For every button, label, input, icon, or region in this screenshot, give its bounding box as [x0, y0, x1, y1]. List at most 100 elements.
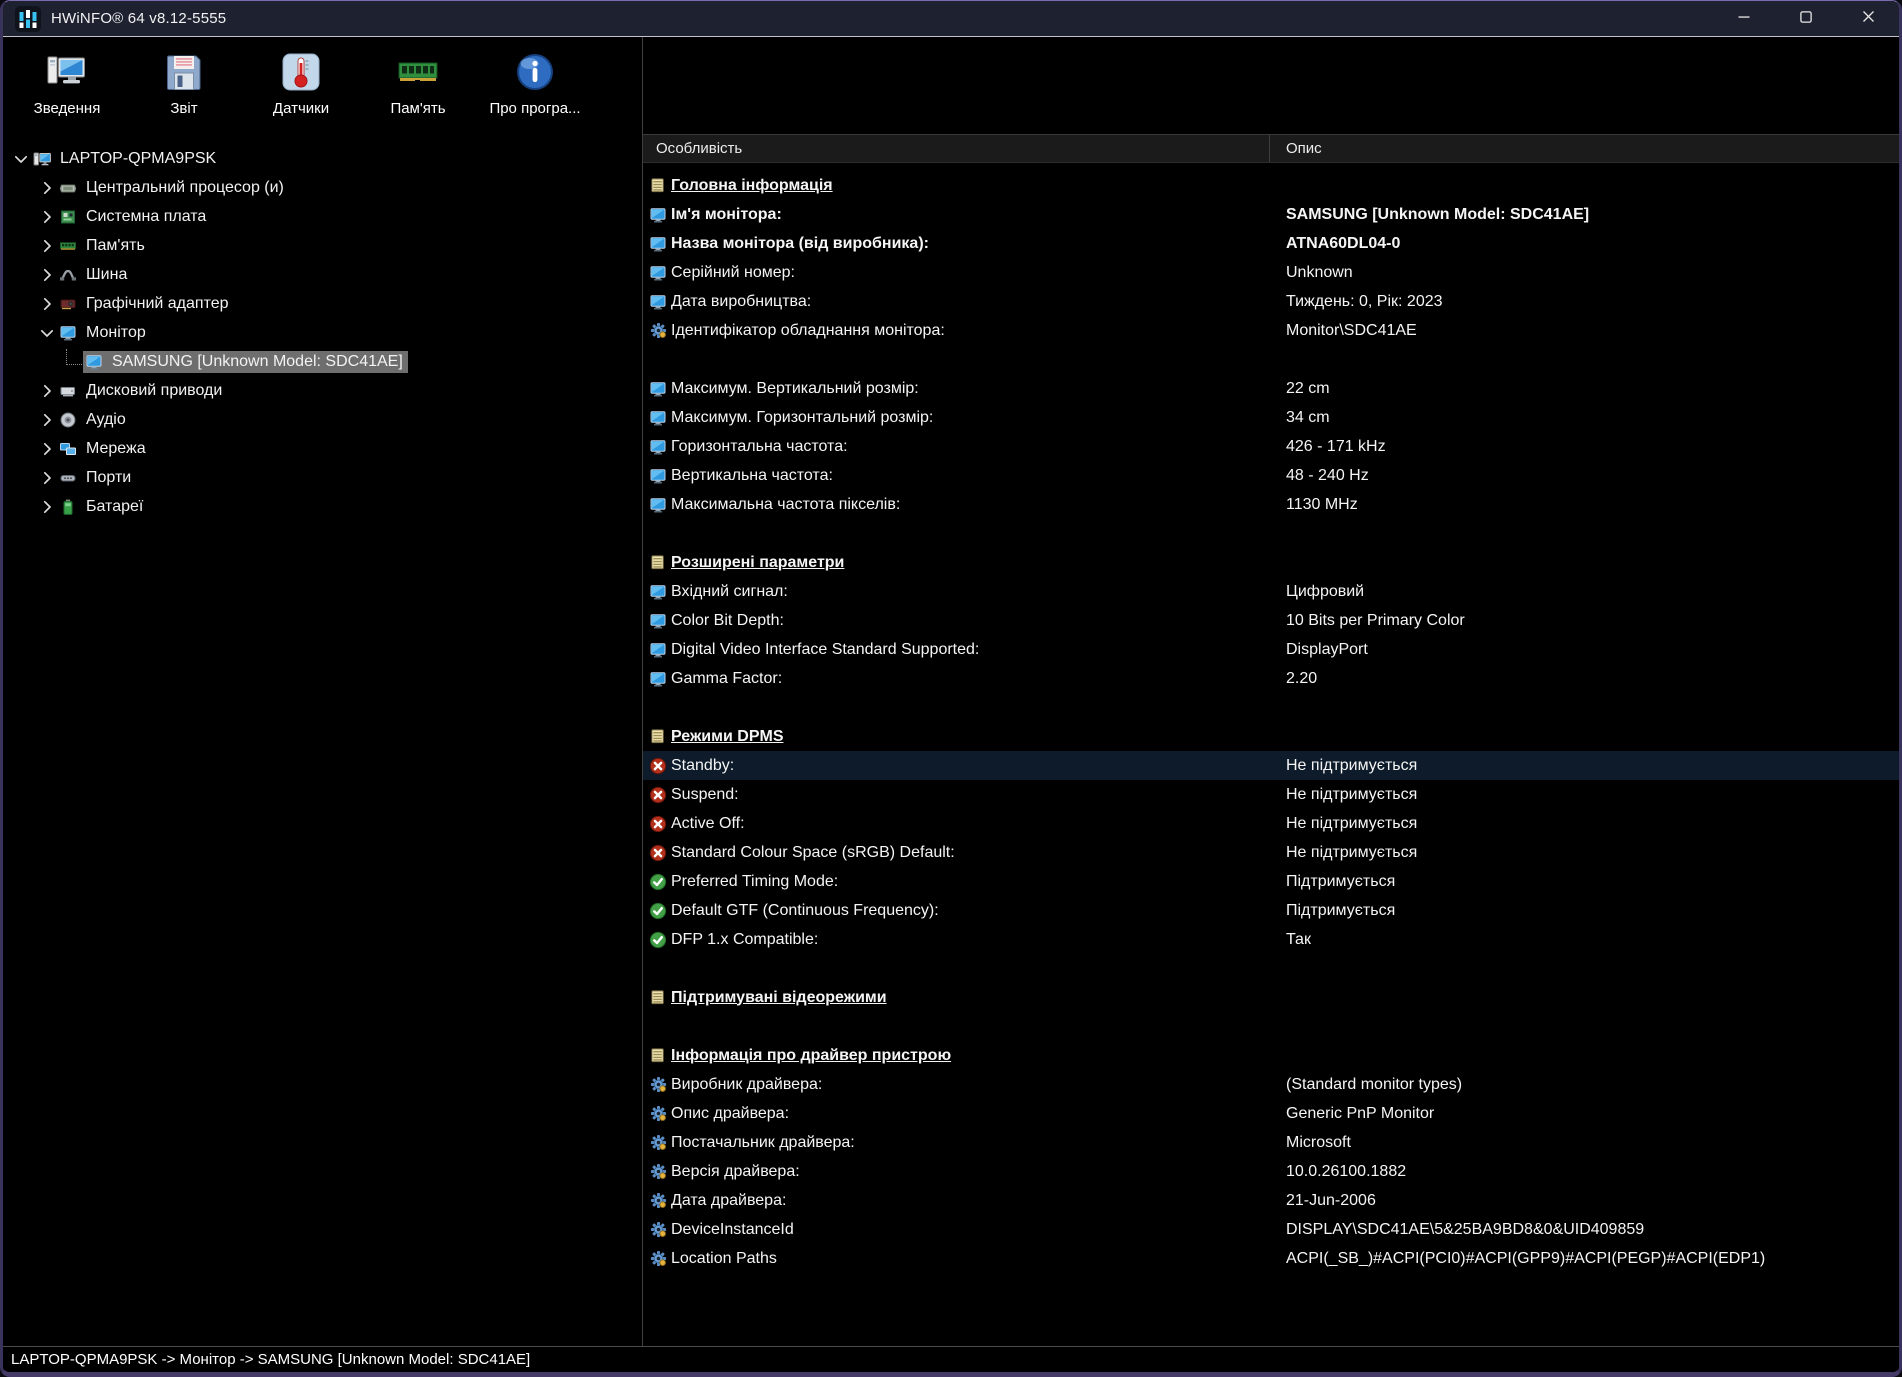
list-item-row[interactable]: DeviceInstanceId DISPLAY\SDC41AE\5&25BA9B…	[643, 1215, 1899, 1244]
tree-item-батареї[interactable]: Батареї	[3, 492, 642, 521]
section-title: Підтримувані відеорежими	[671, 988, 887, 1006]
chevron-right-icon[interactable]	[38, 382, 56, 400]
list-item-row[interactable]: Suspend: Не підтримується	[643, 780, 1899, 809]
monitor-icon	[649, 206, 667, 224]
list-section-row[interactable]: Інформація про драйвер пристрою	[643, 1041, 1899, 1070]
tree-item-label: Пам'ять	[86, 236, 145, 254]
tree-item-мережа[interactable]: Мережа	[3, 434, 642, 463]
driver-gear-icon	[650, 1221, 667, 1238]
feature-label: Active Off:	[671, 814, 745, 832]
tree-item-системна-плата[interactable]: Системна плата	[3, 202, 642, 231]
list-section-row[interactable]: Розширені параметри	[643, 548, 1899, 577]
feature-label: Максимум. Вертикальний розмір:	[671, 379, 919, 397]
list-item-row[interactable]: Digital Video Interface Standard Support…	[643, 635, 1899, 664]
list-item-row[interactable]: Ім'я монітора: SAMSUNG [Unknown Model: SD…	[643, 200, 1899, 229]
ports-icon	[59, 469, 77, 487]
minimize-button[interactable]	[1713, 1, 1775, 36]
column-header-feature[interactable]: Особливість	[643, 135, 1270, 162]
description-value: Не підтримується	[1286, 843, 1418, 861]
tree-item-пам-ять[interactable]: Пам'ять	[3, 231, 642, 260]
list-item-row[interactable]: Ідентифікатор обладнання монітора: Monito…	[643, 316, 1899, 345]
tree-item-samsung-unknown-model-sdc41ae-[interactable]: SAMSUNG [Unknown Model: SDC41AE]	[3, 347, 642, 376]
list-item-row[interactable]: Gamma Factor: 2.20	[643, 664, 1899, 693]
list-item-row[interactable]: Standby: Не підтримується	[643, 751, 1899, 780]
tree-item-дисковий-приводи[interactable]: Дисковий приводи	[3, 376, 642, 405]
description-value: Не підтримується	[1286, 814, 1418, 832]
tree-item-шина[interactable]: Шина	[3, 260, 642, 289]
tree-item-центральний-процесор-и-[interactable]: Центральний процесор (и)	[3, 173, 642, 202]
list-item-row[interactable]: Active Off: Не підтримується	[643, 809, 1899, 838]
chevron-down-icon[interactable]	[12, 150, 30, 168]
feature-label: Серійний номер:	[671, 263, 795, 281]
list-item-row[interactable]: Назва монітора (від виробника): ATNA60DL0…	[643, 229, 1899, 258]
list-item-row[interactable]: Color Bit Depth: 10 Bits per Primary Colo…	[643, 606, 1899, 635]
chevron-right-icon[interactable]	[38, 237, 56, 255]
toolbar-button-label: Датчики	[272, 100, 330, 117]
list-section-row[interactable]: Головна інформація	[643, 171, 1899, 200]
disk-icon	[59, 382, 77, 400]
toolbar-button-memory-ram[interactable]: Пам'ять	[362, 43, 474, 139]
tree-item-монітор[interactable]: Монітор	[3, 318, 642, 347]
description-value: Не підтримується	[1286, 785, 1418, 803]
description-value: Так	[1286, 930, 1311, 948]
feature-label: Location Paths	[671, 1249, 777, 1267]
toolbar-button-sensors-thermometer[interactable]: Датчики	[245, 43, 357, 139]
list-item-row[interactable]: Виробник драйвера: (Standard monitor type…	[643, 1070, 1899, 1099]
section-title: Головна інформація	[671, 176, 833, 194]
list-item-row[interactable]: Standard Colour Space (sRGB) Default: Не …	[643, 838, 1899, 867]
tree-item-label: Порти	[86, 468, 132, 486]
tree-item-laptop-qpma9psk[interactable]: LAPTOP-QPMA9PSK	[3, 144, 642, 173]
list-item-row[interactable]: Максимальна частота пікселів: 1130 MHz	[643, 490, 1899, 519]
sensors-thermometer-icon	[280, 51, 322, 93]
toolbar-button-about-info[interactable]: Про програ...	[479, 43, 591, 139]
details-panel: Особливість Опис Головна інформація Ім'я …	[643, 37, 1899, 1346]
section-pages-icon	[650, 1047, 667, 1064]
chevron-right-icon[interactable]	[38, 411, 56, 429]
list-item-row[interactable]: Серійний номер: Unknown	[643, 258, 1899, 287]
chevron-right-icon[interactable]	[38, 498, 56, 516]
list-item-row[interactable]: Дата виробництва: Тиждень: 0, Рік: 2023	[643, 287, 1899, 316]
list-item-row[interactable]: DFP 1.x Compatible: Так	[643, 925, 1899, 954]
description-value: Тиждень: 0, Рік: 2023	[1286, 292, 1443, 310]
list-item-row[interactable]: Постачальник драйвера: Microsoft	[643, 1128, 1899, 1157]
toolbar-button-label: Звіт	[170, 100, 198, 117]
chevron-down-icon[interactable]	[38, 324, 56, 342]
list-section-row[interactable]: Режими DPMS	[643, 722, 1899, 751]
computer-summary-icon	[46, 51, 88, 93]
toolbar-button-computer-summary[interactable]: Зведення	[11, 43, 123, 139]
tree-item-порти[interactable]: Порти	[3, 463, 642, 492]
description-value: 2.20	[1286, 669, 1318, 687]
list-item-row[interactable]: Default GTF (Continuous Frequency): Підтр…	[643, 896, 1899, 925]
feature-label: DeviceInstanceId	[671, 1220, 794, 1238]
chevron-right-icon[interactable]	[38, 208, 56, 226]
tree-item-content: Шина	[57, 264, 132, 286]
toolbar-button-report-floppy[interactable]: Звіт	[128, 43, 240, 139]
description-value: 21-Jun-2006	[1286, 1191, 1376, 1209]
maximize-button[interactable]	[1775, 1, 1837, 36]
monitor-icon	[649, 409, 667, 427]
description-value: 10.0.26100.1882	[1286, 1162, 1407, 1180]
chevron-right-icon[interactable]	[38, 179, 56, 197]
column-header-description[interactable]: Опис	[1270, 135, 1899, 162]
tree-item-content: Системна плата	[57, 206, 211, 228]
list-section-row[interactable]: Підтримувані відеорежими	[643, 983, 1899, 1012]
chevron-right-icon[interactable]	[38, 295, 56, 313]
list-item-row[interactable]: Версія драйвера: 10.0.26100.1882	[643, 1157, 1899, 1186]
list-item-row[interactable]: Опис драйвера: Generic PnP Monitor	[643, 1099, 1899, 1128]
tree-item-аудіо[interactable]: Аудіо	[3, 405, 642, 434]
list-item-row[interactable]: Preferred Timing Mode: Підтримується	[643, 867, 1899, 896]
list-item-row[interactable]: Максимум. Горизонтальний розмір: 34 cm	[643, 403, 1899, 432]
chevron-right-icon[interactable]	[38, 469, 56, 487]
chevron-right-icon[interactable]	[38, 266, 56, 284]
feature-label: Дата виробництва:	[671, 292, 812, 310]
list-item-row[interactable]: Дата драйвера: 21-Jun-2006	[643, 1186, 1899, 1215]
chevron-right-icon[interactable]	[38, 440, 56, 458]
tree-item-графічний-адаптер[interactable]: Графічний адаптер	[3, 289, 642, 318]
list-item-row[interactable]: Вертикальна частота: 48 - 240 Hz	[643, 461, 1899, 490]
list-item-row[interactable]: Горизонтальна частота: 426 - 171 kHz	[643, 432, 1899, 461]
description-value: 22 cm	[1286, 379, 1330, 397]
close-button[interactable]	[1837, 1, 1899, 36]
list-item-row[interactable]: Location Paths ACPI(_SB_)#ACPI(PCI0)#ACPI…	[643, 1244, 1899, 1273]
list-item-row[interactable]: Максимум. Вертикальний розмір: 22 cm	[643, 374, 1899, 403]
list-item-row[interactable]: Вхідний сигнал: Цифровий	[643, 577, 1899, 606]
